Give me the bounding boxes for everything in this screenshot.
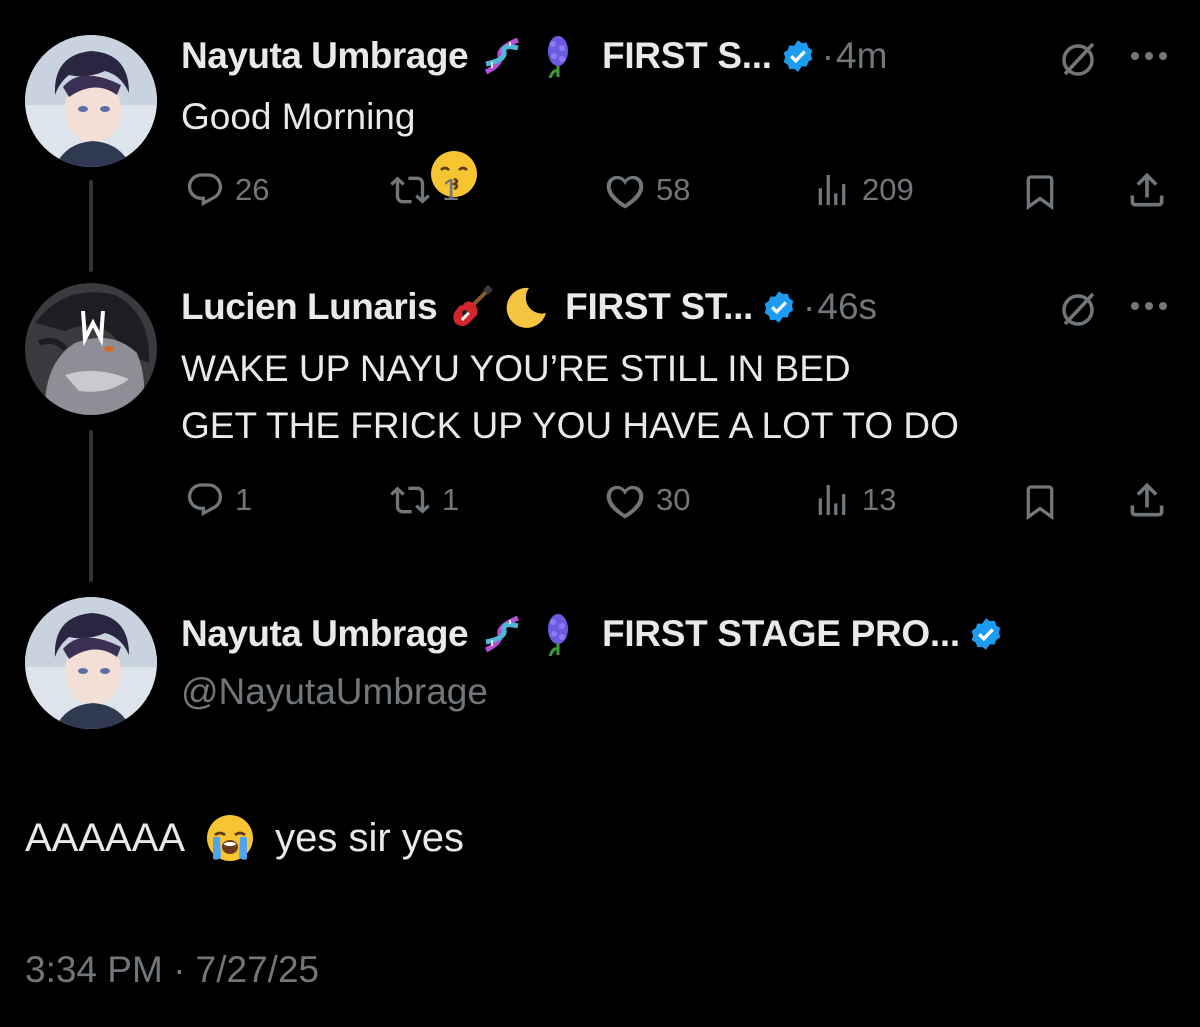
reply-icon xyxy=(187,173,223,207)
views-count: 209 xyxy=(862,172,914,207)
post-time[interactable]: 46s xyxy=(817,285,877,329)
kissing-emoji-icon xyxy=(429,92,479,197)
reply-1-text: Good Morning xyxy=(181,88,479,197)
thread-page: Nayuta Umbrage FIRST S... · 4m Good Morn… xyxy=(0,0,1200,1027)
affiliation-text: FIRST STAGE PRO... xyxy=(602,613,960,654)
repost-button[interactable]: 1 xyxy=(388,480,459,520)
reply-2-header: Lucien Lunaris FIRST ST... · 46s xyxy=(181,284,877,329)
like-count: 58 xyxy=(656,172,691,207)
reply-count: 26 xyxy=(235,172,270,207)
views-icon xyxy=(818,485,846,515)
verified-badge-icon[interactable] xyxy=(761,289,797,325)
main-post-header: Nayuta Umbrage FIRST STAGE PRO... xyxy=(181,612,1004,657)
separator-dot: · xyxy=(821,35,835,76)
bookmark-icon[interactable] xyxy=(1020,170,1060,214)
like-count: 30 xyxy=(656,482,691,517)
avatar[interactable] xyxy=(25,597,157,729)
verified-badge-icon[interactable] xyxy=(968,616,1004,652)
avatar[interactable] xyxy=(25,35,157,167)
share-icon[interactable] xyxy=(1125,478,1169,522)
bookmark-icon[interactable] xyxy=(1020,480,1060,524)
grok-icon[interactable] xyxy=(1057,288,1099,330)
dna-emoji-icon xyxy=(480,34,524,78)
user-handle[interactable]: @NayutaUmbrage xyxy=(181,667,488,717)
like-button[interactable]: 30 xyxy=(604,480,690,520)
affiliation-text: FIRST ST... xyxy=(565,286,754,327)
heart-icon xyxy=(606,485,644,519)
heart-icon xyxy=(606,175,644,209)
display-name[interactable]: Nayuta Umbrage xyxy=(181,34,469,78)
repost-count: 1 xyxy=(442,482,460,517)
reply-count: 1 xyxy=(235,482,253,517)
repost-icon xyxy=(390,176,430,204)
reply-button[interactable]: 26 xyxy=(185,170,269,210)
dna-emoji-icon xyxy=(480,612,524,656)
main-post-text: AAAAAA yes sir yes xyxy=(25,810,464,866)
separator-dot: · xyxy=(803,286,816,327)
thread-connector xyxy=(89,180,93,272)
verified-badge-icon[interactable] xyxy=(780,38,816,74)
loudly-crying-emoji-icon xyxy=(205,813,255,863)
like-button[interactable]: 58 xyxy=(604,170,690,210)
hyacinth-emoji-icon xyxy=(536,34,580,79)
post-text-start: AAAAAA xyxy=(25,816,186,860)
grok-icon[interactable] xyxy=(1057,38,1099,80)
crescent-moon-emoji-icon xyxy=(505,285,549,329)
post-text: Good Morning xyxy=(181,96,416,137)
views-count: 13 xyxy=(862,482,897,517)
more-options-icon[interactable] xyxy=(1129,300,1169,312)
post-timestamp[interactable]: 3:34 PM · 7/27/25 xyxy=(25,945,319,995)
reply-button[interactable]: 1 xyxy=(185,480,252,520)
share-icon[interactable] xyxy=(1125,168,1169,212)
post-time[interactable]: 4m xyxy=(836,34,887,78)
avatar[interactable] xyxy=(25,283,157,415)
views-button[interactable]: 209 xyxy=(812,170,914,210)
guitar-emoji-icon xyxy=(449,284,494,329)
repost-icon xyxy=(390,486,430,514)
more-options-icon[interactable] xyxy=(1129,50,1169,62)
repost-button[interactable]: 1 xyxy=(388,170,459,210)
views-button[interactable]: 13 xyxy=(812,480,896,520)
display-name[interactable]: Nayuta Umbrage xyxy=(181,612,469,656)
thread-connector xyxy=(89,430,93,582)
display-name[interactable]: Lucien Lunaris xyxy=(181,285,438,329)
post-text: WAKE UP NAYU YOU’RE STILL IN BED GET THE… xyxy=(181,348,959,446)
hyacinth-emoji-icon xyxy=(536,612,580,657)
reply-1-header: Nayuta Umbrage FIRST S... · 4m xyxy=(181,34,887,79)
reply-icon xyxy=(187,483,223,517)
views-icon xyxy=(818,175,846,205)
affiliation-text: FIRST S... xyxy=(602,35,772,76)
post-text-end: yes sir yes xyxy=(275,816,465,860)
repost-count: 1 xyxy=(442,172,460,207)
